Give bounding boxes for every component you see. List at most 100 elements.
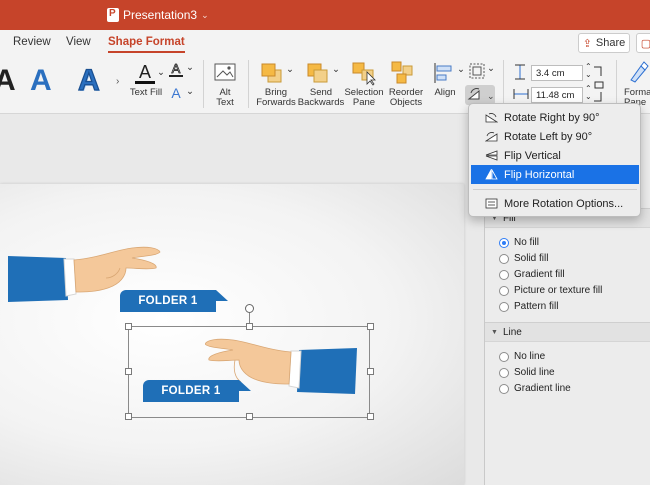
share-label: Share bbox=[595, 37, 626, 49]
radio-button[interactable] bbox=[499, 253, 509, 264]
rotate-dropdown-menu: Rotate Right by 90° Rotate Left by 90° F… bbox=[468, 103, 641, 217]
fill-option-picture-fill[interactable]: Picture or texture fill bbox=[499, 285, 602, 296]
fill-option-pattern-fill[interactable]: Pattern fill bbox=[499, 301, 558, 312]
shape-height-icon bbox=[515, 64, 525, 80]
shape-height-input[interactable]: 3.4 cm bbox=[531, 65, 583, 81]
radio-button[interactable] bbox=[499, 383, 509, 394]
line-section-header[interactable]: ▼ Line bbox=[485, 322, 650, 342]
width-stepper[interactable]: ⌃ ⌄ bbox=[585, 85, 592, 101]
line-header-label: Line bbox=[502, 326, 522, 338]
fill-option-label: No fill bbox=[514, 237, 540, 248]
chevron-down-icon[interactable]: ⌄ bbox=[487, 64, 495, 74]
text-fill-label: Text Fill bbox=[129, 87, 163, 98]
bring-forwards-icon[interactable] bbox=[260, 62, 284, 84]
wordart-style-outline[interactable]: A bbox=[77, 63, 100, 98]
fill-option-label: Solid fill bbox=[514, 253, 549, 264]
menu-item-label: Rotate Right by 90° bbox=[504, 111, 600, 124]
chevron-down-icon[interactable]: ⌄ bbox=[186, 87, 194, 97]
ribbon-tabs: Review View Shape Format ⇪ Share ▢ bbox=[0, 30, 650, 56]
resize-handle-bottom-left[interactable] bbox=[125, 413, 132, 420]
ribbon-separator bbox=[248, 60, 249, 108]
send-backwards-icon[interactable] bbox=[306, 62, 330, 84]
powerpoint-icon bbox=[107, 8, 119, 22]
chevron-down-icon[interactable]: ⌄ bbox=[457, 65, 465, 75]
reorder-objects-label: Reorder Objects bbox=[388, 87, 424, 108]
height-stepper[interactable]: ⌃ ⌄ bbox=[585, 63, 592, 79]
radio-button[interactable] bbox=[499, 351, 509, 362]
line-option-label: Solid line bbox=[514, 367, 555, 378]
menu-item-label: More Rotation Options... bbox=[504, 197, 624, 210]
line-option-label: Gradient line bbox=[514, 383, 571, 394]
menu-item-rotate-left[interactable]: Rotate Left by 90° bbox=[471, 127, 639, 146]
radio-button[interactable] bbox=[499, 285, 509, 296]
resize-handle-left[interactable] bbox=[125, 368, 132, 375]
rotate-icon: ⌄ bbox=[467, 88, 495, 101]
chevron-down-icon[interactable]: ⌄ bbox=[186, 63, 194, 73]
comments-button[interactable]: ▢ bbox=[636, 33, 650, 53]
text-fill-icon[interactable]: A bbox=[132, 60, 158, 86]
line-option-solid-line[interactable]: Solid line bbox=[499, 367, 555, 378]
resize-handle-bottom-right[interactable] bbox=[367, 413, 374, 420]
chevron-down-icon[interactable]: ⌄ bbox=[286, 65, 294, 75]
radio-button[interactable] bbox=[499, 237, 509, 248]
folder-label-1[interactable]: FOLDER 1 bbox=[120, 290, 228, 312]
chevron-down-icon[interactable]: ⌄ bbox=[332, 65, 340, 75]
title-bar: Presentation3 ⌄ bbox=[0, 0, 650, 30]
menu-item-more-rotation-options[interactable]: More Rotation Options... bbox=[471, 194, 639, 213]
wordart-style-blue[interactable]: A bbox=[30, 64, 52, 98]
resize-handle-bottom[interactable] bbox=[246, 413, 253, 420]
shape-width-input[interactable]: 11.48 cm bbox=[531, 87, 583, 103]
document-title[interactable]: Presentation3 ⌄ bbox=[107, 8, 209, 22]
text-outline-icon[interactable]: A bbox=[168, 60, 186, 78]
wordart-style-plain[interactable]: A bbox=[0, 64, 16, 98]
flip-vertical-icon bbox=[485, 150, 498, 161]
resize-handle-right[interactable] bbox=[367, 368, 374, 375]
fill-option-label: Picture or texture fill bbox=[514, 285, 603, 296]
tab-view[interactable]: View bbox=[66, 36, 91, 48]
rotate-button[interactable]: ⌄ bbox=[465, 85, 495, 105]
resize-handle-top-left[interactable] bbox=[125, 323, 132, 330]
chevron-right-icon[interactable]: › bbox=[116, 76, 119, 87]
line-option-gradient-line[interactable]: Gradient line bbox=[499, 383, 571, 394]
radio-button[interactable] bbox=[499, 301, 509, 312]
radio-button[interactable] bbox=[499, 269, 509, 280]
fill-option-solid-fill[interactable]: Solid fill bbox=[499, 253, 548, 264]
bring-forwards-label: Bring Forwards bbox=[256, 87, 296, 108]
group-objects-icon[interactable] bbox=[468, 62, 486, 80]
reorder-objects-icon[interactable] bbox=[391, 61, 415, 85]
selection-box bbox=[128, 326, 370, 418]
menu-item-label: Rotate Left by 90° bbox=[504, 130, 593, 143]
fill-option-no-fill[interactable]: No fill bbox=[499, 237, 539, 248]
radio-button[interactable] bbox=[499, 367, 509, 378]
format-pane-icon[interactable] bbox=[627, 60, 649, 84]
share-button[interactable]: ⇪ Share bbox=[578, 33, 630, 53]
menu-item-rotate-right[interactable]: Rotate Right by 90° bbox=[471, 108, 639, 127]
line-option-label: No line bbox=[514, 351, 546, 362]
lock-aspect-icon[interactable] bbox=[593, 66, 605, 102]
text-effects-icon[interactable]: A bbox=[168, 84, 186, 102]
fill-option-gradient-fill[interactable]: Gradient fill bbox=[499, 269, 565, 280]
comment-icon: ▢ bbox=[640, 37, 650, 50]
svg-text:A: A bbox=[172, 61, 181, 76]
menu-separator bbox=[473, 189, 637, 190]
selection-pane-icon[interactable] bbox=[352, 62, 378, 86]
line-option-no-line[interactable]: No line bbox=[499, 351, 545, 362]
fill-option-label: Gradient fill bbox=[514, 269, 565, 280]
alt-text-icon[interactable] bbox=[214, 62, 238, 84]
svg-text:A: A bbox=[139, 62, 151, 82]
align-icon[interactable] bbox=[432, 62, 456, 84]
ribbon-separator bbox=[203, 60, 204, 108]
shape-width-icon bbox=[513, 89, 529, 99]
menu-item-flip-horizontal[interactable]: Flip Horizontal bbox=[471, 165, 639, 184]
rotation-handle[interactable] bbox=[245, 304, 254, 313]
tab-review[interactable]: Review bbox=[13, 36, 51, 48]
resize-handle-top[interactable] bbox=[246, 323, 253, 330]
chevron-down-icon[interactable]: ⌄ bbox=[157, 68, 165, 78]
rotate-right-icon bbox=[485, 112, 498, 123]
tab-shape-format[interactable]: Shape Format bbox=[108, 36, 185, 53]
chevron-down-icon: ⌄ bbox=[201, 9, 209, 20]
menu-item-flip-vertical[interactable]: Flip Vertical bbox=[471, 146, 639, 165]
resize-handle-top-right[interactable] bbox=[367, 323, 374, 330]
align-label: Align bbox=[434, 87, 456, 98]
flip-horizontal-icon bbox=[485, 169, 498, 180]
